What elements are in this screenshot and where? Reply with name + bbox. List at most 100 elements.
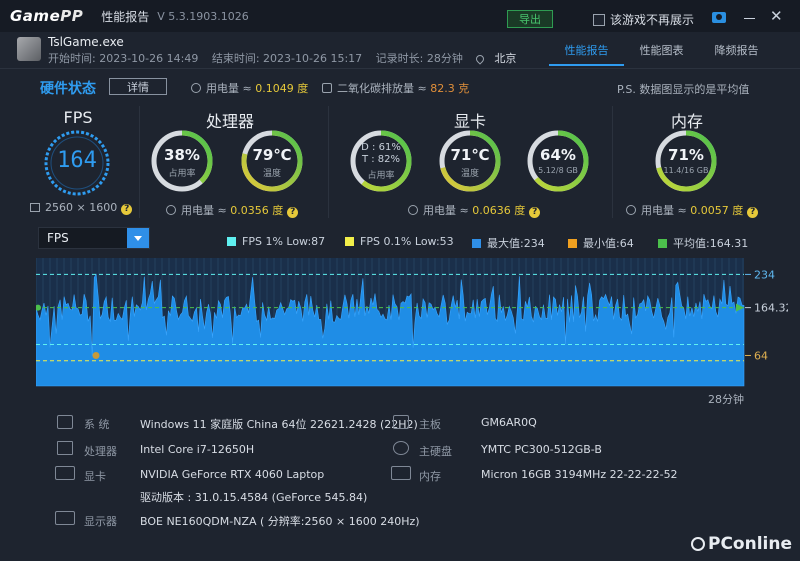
dont-show-checkbox[interactable]: 该游戏不再展示 (593, 11, 694, 28)
tab-throttling-report[interactable]: 降频报告 (699, 40, 774, 66)
help-icon[interactable]: ? (747, 207, 759, 218)
location-pin-icon (474, 53, 487, 65)
legend-swatch (345, 237, 354, 246)
monitor-icon (30, 203, 40, 212)
location: 北京 (494, 52, 517, 65)
screenshot-camera-icon[interactable] (712, 12, 726, 23)
start-time: 开始时间: 2023-10-26 14:49 (48, 52, 199, 65)
power-icon (626, 205, 636, 215)
game-icon (17, 37, 41, 61)
header-divider (0, 68, 800, 69)
hardware-status-title: 硬件状态 (40, 81, 96, 97)
co2-emission: 二氧化碳排放量 ≈ 82.3 克 (322, 80, 469, 96)
help-icon[interactable]: ? (529, 207, 541, 218)
legend-01pct-low: FPS 0.1% Low:53 (345, 235, 454, 248)
display-label: 显示器 (84, 515, 117, 528)
game-name: TslGame.exe (48, 35, 124, 49)
cpu-value: Intel Core i7-12650H (140, 443, 255, 456)
tab-performance-chart[interactable]: 性能图表 (624, 40, 699, 66)
panel-separator (612, 106, 613, 218)
disk-icon (393, 441, 409, 455)
help-icon[interactable]: ? (287, 207, 299, 218)
close-button[interactable]: ✕ (770, 9, 783, 24)
cpu-usage-gauge: 38% 占用率 (149, 128, 215, 194)
power-icon (166, 205, 176, 215)
os-label: 系 统 (84, 418, 110, 431)
board-label: 主板 (419, 418, 441, 431)
co2-icon (322, 83, 332, 93)
max-label: 234 (754, 268, 775, 281)
tab-performance-report[interactable]: 性能报告 (549, 40, 624, 66)
memory-usage-value: 71% (668, 146, 704, 164)
cpu-power: 用电量 ≈ 0.0356 度? (166, 202, 299, 218)
power-icon (408, 205, 418, 215)
cpu-temp-gauge: 79℃ 温度 (239, 128, 305, 194)
min-label: 64 (754, 349, 768, 362)
help-icon[interactable]: ? (121, 204, 133, 215)
session-times: 开始时间: 2023-10-26 14:49 结束时间: 2023-10-26 … (48, 50, 526, 66)
app-version: V 5.3.1903.1026 (157, 9, 249, 23)
cpu-chip-icon (57, 441, 73, 455)
gpu-driver: 驱动版本 : 31.0.15.4584 (GeForce 545.84) (140, 491, 368, 504)
gpu-t-usage: T : 82% (361, 154, 401, 165)
memory-usage-sub: 11.4/16 GB (663, 166, 709, 175)
gpu-temp-gauge: 71℃ 温度 (437, 128, 503, 194)
resolution: 2560 × 1600? (30, 201, 133, 215)
legend-1pct-low: FPS 1% Low:87 (227, 235, 325, 248)
gpu-label: 显卡 (84, 470, 106, 483)
gpu-usage-label: 占用率 (367, 171, 395, 181)
gamepp-logo: GamePP (10, 7, 84, 25)
windows-icon (57, 415, 73, 429)
gpu-vram-value: 64% (540, 146, 576, 164)
legend-avg: 平均值:164.31 (658, 235, 748, 251)
gpu-usage-gauge: D : 61% T : 82% 占用率 (348, 128, 414, 194)
end-time: 结束时间: 2023-10-26 15:17 (211, 52, 363, 65)
legend-swatch (227, 237, 236, 246)
duration: 记录时长: 28分钟 (375, 52, 463, 65)
gpu-temp-value: 71℃ (450, 146, 490, 164)
cpu-temp-label: 温度 (262, 169, 281, 179)
metric-select[interactable]: FPS (38, 227, 150, 249)
disk-label: 主硬盘 (419, 445, 452, 458)
display-value: BOE NE160QDM-NZA ( 分辨率:2560 × 1600 240Hz… (140, 515, 420, 528)
memory-usage-gauge: 71% 11.4/16 GB (653, 128, 719, 194)
os-value: Windows 11 家庭版 China 64位 22621.2428 (22H… (140, 418, 418, 431)
average-note: P.S. 数据图显示的是平均值 (617, 83, 750, 96)
cpu-label: 处理器 (84, 445, 117, 458)
gpu-vram-gauge: 64% 5.12/8 GB (525, 128, 591, 194)
chevron-down-icon[interactable] (127, 228, 149, 248)
report-tabs: 性能报告 性能图表 降频报告 (549, 40, 774, 66)
disk-value: YMTC PC300-512GB-B (481, 443, 602, 456)
gamepp-window: GamePP 性能报告 V 5.3.1903.1026 导出 该游戏不再展示 ✕… (0, 0, 800, 561)
gpu-vram-sub: 5.12/8 GB (538, 166, 578, 175)
min-marker (92, 351, 100, 359)
details-button[interactable]: 详情 (109, 78, 167, 95)
minimize-button[interactable] (744, 18, 755, 19)
memory-power: 用电量 ≈ 0.0057 度? (626, 202, 759, 218)
gpu-temp-label: 温度 (460, 169, 479, 179)
gpu-d-usage: D : 61% (361, 142, 401, 153)
monitor-icon (55, 511, 75, 525)
ram-label: 内存 (419, 470, 441, 483)
legend-max: 最大值:234 (472, 235, 545, 251)
cpu-temp-value: 79℃ (252, 146, 292, 164)
legend-swatch (568, 238, 577, 248)
legend-min: 最小值:64 (568, 235, 634, 251)
total-power: 用电量 ≈ 0.1049 度 (191, 80, 308, 96)
motherboard-icon (393, 415, 409, 429)
ram-icon (391, 466, 411, 480)
cpu-usage-value: 38% (164, 146, 200, 164)
gpu-value: NVIDIA GeForce RTX 4060 Laptop (140, 468, 325, 481)
chart-x-label: 28分钟 (708, 393, 744, 406)
fps-title: FPS (63, 108, 93, 127)
avg-label: 164.32 (754, 302, 788, 315)
export-button[interactable]: 导出 (507, 10, 553, 28)
power-icon (191, 83, 201, 93)
pconline-logo-icon (691, 537, 705, 551)
gpu-card-icon (55, 466, 75, 480)
legend-swatch (658, 238, 667, 248)
fps-value: 164 (57, 148, 97, 173)
gpu-power: 用电量 ≈ 0.0636 度? (408, 202, 541, 218)
fps-chart[interactable]: 234 164.32 64 (36, 258, 788, 390)
app-title: 性能报告 (101, 9, 150, 24)
